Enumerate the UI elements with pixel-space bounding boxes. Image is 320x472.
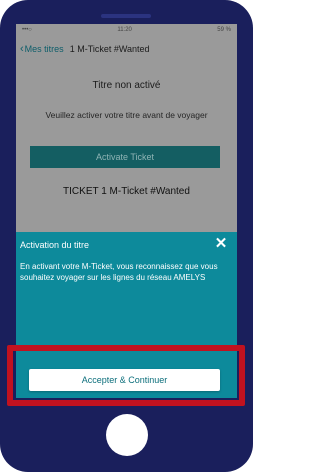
chevron-left-icon: ‹ [20,43,24,55]
status-bar: •••○ 11:20 59 % [16,24,237,36]
page-title: 1 M-Ticket #Wanted [69,44,150,54]
activate-ticket-button[interactable]: Activate Ticket [30,146,220,168]
app-screen: •••○ 11:20 59 % ‹ Mes titres 1 M-Ticket … [16,24,237,398]
sheet-title: Activation du titre [20,240,90,250]
sheet-message: En activant votre M-Ticket, vous reconna… [20,262,218,282]
close-icon[interactable]: ✕ [213,236,229,252]
battery-indicator: 59 % [217,27,231,33]
back-label: Mes titres [24,44,64,54]
speaker-grille [101,14,151,18]
home-button[interactable] [106,414,148,456]
nav-bar: ‹ Mes titres 1 M-Ticket #Wanted [16,36,237,62]
ticket-status-title: Titre non activé [92,80,161,91]
activate-prompt: Veuillez activer votre titre avant de vo… [45,110,208,120]
phone-frame: •••○ 11:20 59 % ‹ Mes titres 1 M-Ticket … [0,0,253,472]
status-time: 11:20 [117,27,132,33]
ticket-name: TICKET 1 M-Ticket #Wanted [63,186,190,197]
back-button[interactable]: ‹ Mes titres [20,43,64,55]
highlight-box [7,345,245,406]
signal-indicator: •••○ [22,27,32,33]
